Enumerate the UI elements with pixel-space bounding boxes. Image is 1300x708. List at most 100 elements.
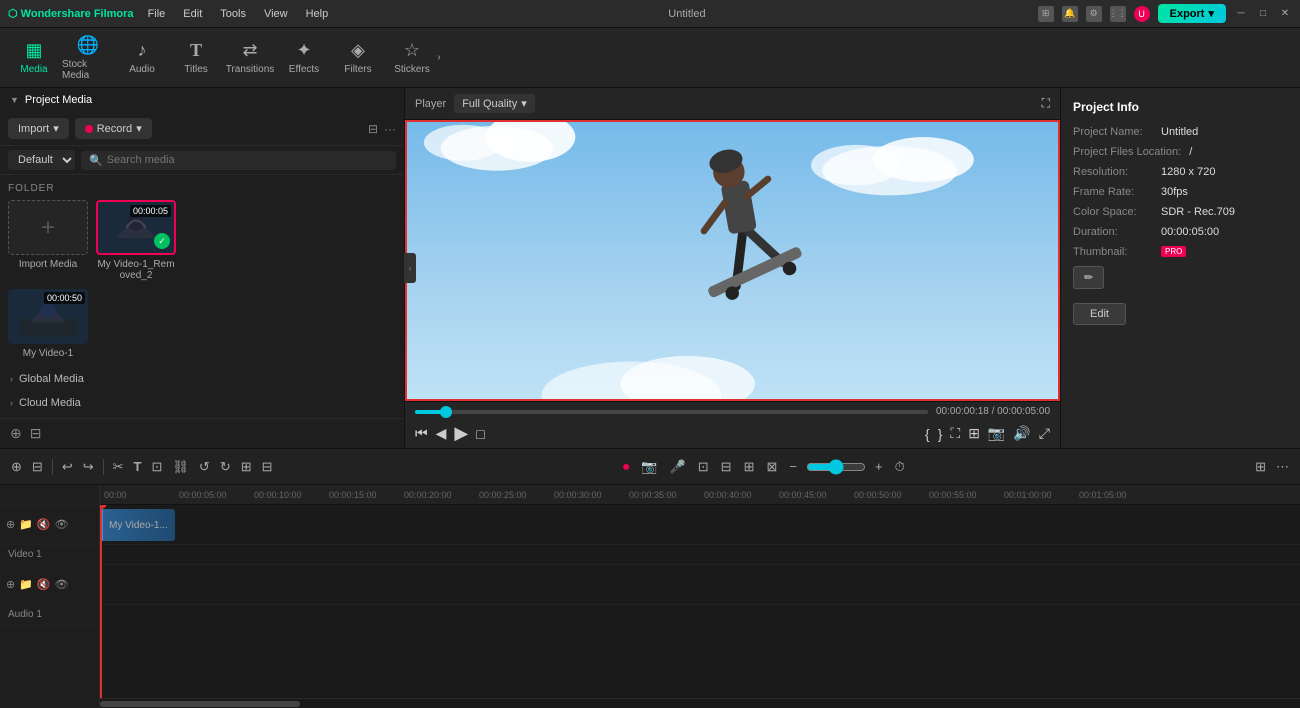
tool-media[interactable]: ▦ Media [8,32,60,84]
timeline-mic-button[interactable]: 🎤 [667,456,689,478]
timeline-more-button[interactable]: ⋯ [1273,456,1292,478]
progress-bar[interactable] [415,410,928,414]
scrollbar-thumb[interactable] [100,701,300,707]
tool-effects[interactable]: ✦ Effects [278,32,330,84]
ruler-mark: 00:00:55:00 [929,490,1004,500]
video-clip[interactable]: My Video-1... [100,509,175,541]
expand-arrow-icon: ▼ [10,95,19,105]
camera-button[interactable]: 📷 [988,425,1005,442]
tool-audio[interactable]: ♪ Audio [116,32,168,84]
more-options-icon[interactable]: ··· [384,122,396,136]
close-button[interactable]: ✕ [1278,7,1292,21]
maximize-button[interactable]: □ [1256,7,1270,21]
audio-track-name: Audio 1 [0,605,99,625]
timeline-add-button[interactable]: ⊕ [8,456,25,478]
ruler-mark: 00:01:05:00 [1079,490,1154,500]
list-item[interactable]: 00:00:50 My Video-1 [8,289,88,359]
menu-help[interactable]: Help [298,6,337,22]
search-icon[interactable]: ⊞ [1038,6,1054,22]
playhead[interactable] [100,505,102,698]
export-button[interactable]: Export ▾ [1158,4,1226,23]
frame-forward-button[interactable]: □ [476,426,484,442]
panel-icon-1[interactable]: ⊕ [10,425,22,442]
menu-tools[interactable]: Tools [212,6,254,22]
video-mute-icon[interactable]: 🔇 [37,518,51,531]
settings-icon[interactable]: ⚙ [1086,6,1102,22]
list-item[interactable]: 00:00:05 ✓ My Video-1_Removed_2 [96,200,176,281]
timeline-magnet-button[interactable]: ⊟ [29,456,46,478]
menu-view[interactable]: View [256,6,296,22]
quality-selector[interactable]: Full Quality ▾ [454,94,535,113]
list-item[interactable]: + Import Media [8,200,88,281]
audio-mute-icon[interactable]: 🔇 [37,578,51,591]
folder-audio-icon[interactable]: 📁 [19,578,33,591]
timeline-cut-button[interactable]: ✂ [110,456,127,478]
timeline-split-button[interactable]: ⊞ [741,456,758,478]
sidebar-item-cloud-media[interactable]: › Cloud Media [0,391,404,415]
timeline-paste-button[interactable]: ⊟ [259,456,276,478]
grid-icon[interactable]: ⋮⋮ [1110,6,1126,22]
import-button[interactable]: Import ▾ [8,118,69,139]
progress-handle[interactable] [440,406,452,418]
skip-back-button[interactable]: ⏮ [415,425,428,442]
filter-icon[interactable]: ⊟ [368,122,378,136]
add-track-icon[interactable]: ⊕ [6,518,15,531]
pencil-button[interactable]: ✏ [1073,266,1104,289]
timeline-record-button[interactable]: ⏺ [620,456,633,478]
timeline-redo-button[interactable]: ↪ [80,456,97,478]
zoom-slider[interactable] [806,459,866,475]
folder-track-icon[interactable]: 📁 [19,518,33,531]
sidebar-item-global-media[interactable]: › Global Media [0,367,404,391]
video-eye-icon[interactable]: 👁 [55,518,69,531]
mark-in-button[interactable]: { [925,426,930,442]
preview-expand-icon[interactable]: ⛶ [1042,96,1050,111]
timeline-speed-button[interactable]: ⊠ [763,456,780,478]
minimize-button[interactable]: ─ [1234,7,1248,21]
menu-file[interactable]: File [140,6,174,22]
timeline-scrollbar[interactable] [100,698,1300,708]
filter-select[interactable]: Default [8,150,75,170]
panel-collapse-button[interactable]: ‹ [404,253,416,283]
timeline-crop-button[interactable]: ⊡ [148,456,165,478]
tool-filters[interactable]: ◈ Filters [332,32,384,84]
timeline-redo2-button[interactable]: ↻ [217,456,234,478]
play-button[interactable]: ▶ [454,423,468,444]
volume-button[interactable]: 🔊 [1013,425,1030,442]
screen-button[interactable]: ⛶ [950,425,960,442]
timeline-link-button[interactable]: ⛓ [169,456,192,478]
toolbar-expand-arrow[interactable]: › [432,51,446,65]
timeline-plus-button[interactable]: + [872,456,886,477]
frame-back-button[interactable]: ◀ [436,425,447,442]
tool-transitions[interactable]: ⇄ Transitions [224,32,276,84]
timeline-minus-button[interactable]: − [786,456,800,477]
timeline-undo2-button[interactable]: ↺ [196,456,213,478]
timeline-grid-button[interactable]: ⊞ [1252,456,1269,478]
timeline-clock-button[interactable]: ⏱ [892,456,908,478]
sidebar-item-project-media[interactable]: ▼ Project Media [0,88,404,112]
tool-titles[interactable]: T Titles [170,32,222,84]
mark-out-button[interactable]: } [938,426,943,442]
timeline-undo-button[interactable]: ↩ [59,456,76,478]
edit-button[interactable]: Edit [1073,303,1126,325]
split-screen-button[interactable]: ⊞ [968,425,980,442]
timeline-text-button[interactable]: T [131,456,145,477]
timeline-color-button[interactable]: ⊟ [718,456,735,478]
player-tab[interactable]: Player [415,98,446,110]
preview-area [405,120,1060,401]
tool-stickers[interactable]: ☆ Stickers [386,32,438,84]
tool-filters-label: Filters [344,64,371,75]
panel-icon-2[interactable]: ⊟ [30,425,42,442]
fullscreen-button[interactable]: ⤢ [1039,425,1050,442]
timeline-effect-button[interactable]: ⊡ [695,456,712,478]
audio-eye-icon[interactable]: 👁 [55,578,69,591]
avatar[interactable]: U [1134,6,1150,22]
timeline-camera-button[interactable]: 📷 [638,456,660,478]
record-button[interactable]: Record ▾ [75,118,152,139]
search-input[interactable] [107,154,388,166]
tool-stock-media[interactable]: 🌐 Stock Media [62,32,114,84]
notification-icon[interactable]: 🔔 [1062,6,1078,22]
timeline-copy-button[interactable]: ⊞ [238,456,255,478]
add-audio-track-icon[interactable]: ⊕ [6,578,15,591]
menu-edit[interactable]: Edit [175,6,210,22]
expand-arrow-icon: › [10,374,13,384]
